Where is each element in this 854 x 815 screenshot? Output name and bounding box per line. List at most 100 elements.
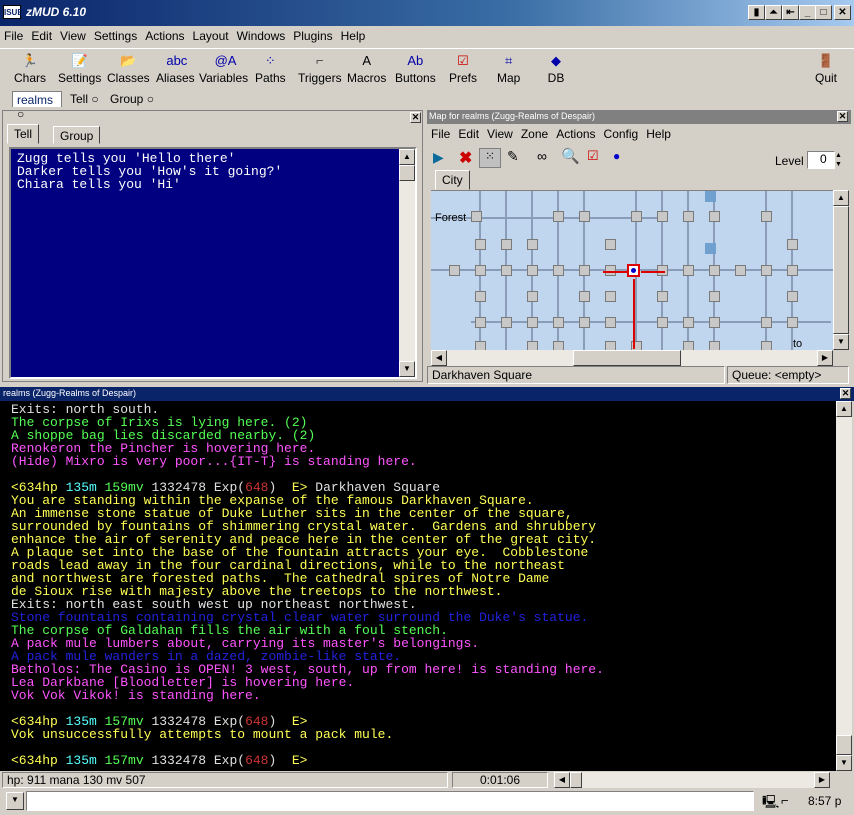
mud-text: (Hide) Mixro is very poor...{IT-T} is st…	[11, 454, 417, 469]
scroll-thumb[interactable]	[399, 165, 415, 181]
menu-file[interactable]: File	[0, 26, 27, 43]
scroll-right-icon[interactable]: ▶	[817, 350, 833, 366]
menu-layout[interactable]: Layout	[189, 26, 233, 43]
map-room	[553, 341, 564, 350]
tell-window: ✕ Tell Group Zugg tells you 'Hello there…	[2, 110, 423, 382]
scroll-down-icon[interactable]: ▼	[836, 755, 852, 771]
tab-tell[interactable]: Tell	[7, 124, 40, 144]
scroll-up-icon[interactable]: ▲	[833, 190, 849, 206]
map-room	[475, 239, 486, 250]
map-menu-help[interactable]: Help	[642, 127, 675, 141]
menu-help[interactable]: Help	[337, 26, 370, 43]
map-menu-actions[interactable]: Actions	[552, 127, 599, 141]
map-label-forest: Forest	[435, 212, 467, 224]
tell-close-icon[interactable]: ✕	[410, 112, 421, 123]
menu-view[interactable]: View	[56, 26, 90, 43]
scroll-down-icon[interactable]: ▼	[399, 361, 415, 377]
toolbar-button-chars[interactable]: 🏃 Chars	[14, 53, 46, 91]
scroll-left-icon[interactable]: ◀	[431, 350, 447, 366]
scroll-right-icon[interactable]: ▶	[814, 772, 830, 788]
map-close-icon[interactable]: ✕	[837, 111, 848, 122]
mud-window-title-text: realms (Zugg-Realms of Despair)	[3, 388, 137, 398]
map-canvas[interactable]: Forest to Gnom	[431, 190, 833, 350]
title-bar[interactable]: ISUB zMUD 6.10 ▮ ⏶ ⇤ _ □ ✕	[0, 0, 854, 26]
map-room	[501, 239, 512, 250]
map-menu-zone[interactable]: Zone	[517, 127, 552, 141]
map-hscrollbar[interactable]: ◀ ▶	[431, 350, 833, 366]
toolbar-button-classes[interactable]: 📂 Classes	[107, 53, 150, 91]
mud-text: Vok unsuccessfully attempts to mount a p…	[11, 727, 394, 742]
toolbar-button-triggers[interactable]: ⌐ Triggers	[298, 53, 342, 91]
app-icon[interactable]: ISUB	[3, 5, 23, 19]
toolbar-label: Variables	[199, 71, 249, 85]
database-icon: ◆	[551, 53, 561, 68]
tell-scrollbar[interactable]: ▲ ▼	[399, 149, 415, 377]
toolbar-button-variables[interactable]: @A Variables	[199, 53, 248, 91]
map-room	[475, 291, 486, 302]
map-room	[761, 265, 772, 276]
mud-close-icon[interactable]: ✕	[840, 388, 851, 399]
checklist-icon[interactable]: ☑	[587, 148, 599, 164]
level-spinner[interactable]: ▲ ▼	[835, 151, 845, 169]
grid-icon[interactable]: ⁙	[479, 148, 501, 168]
scroll-left-icon[interactable]: ◀	[554, 772, 570, 788]
scroll-up-icon[interactable]: ▲	[836, 401, 852, 417]
toolbar-button-paths[interactable]: ⁘ Paths	[255, 53, 286, 91]
session-tab-tell[interactable]: Tell ○	[66, 91, 106, 107]
command-input[interactable]	[26, 791, 754, 811]
mud-scrollbar[interactable]: ▲ ▼	[836, 401, 852, 771]
map-menu-file[interactable]: File	[427, 127, 454, 141]
wand-icon[interactable]: ✎	[507, 148, 519, 165]
map-room	[787, 291, 798, 302]
close-button[interactable]: ✕	[834, 5, 851, 20]
minimize-button[interactable]: _	[799, 5, 816, 20]
map-menu-view[interactable]: View	[483, 127, 517, 141]
restore-session-button[interactable]: ⇤	[782, 5, 799, 20]
toolbar-button-map[interactable]: ⌗ Map	[497, 53, 520, 91]
toolbar-button-macros[interactable]: A Macros	[347, 53, 386, 91]
map-menu-config[interactable]: Config	[600, 127, 643, 141]
toolbar-button-prefs[interactable]: ☑ Prefs	[449, 53, 477, 91]
menu-edit[interactable]: Edit	[27, 26, 56, 43]
map-room	[761, 211, 772, 222]
toolbar-label: Macros	[347, 71, 387, 85]
history-dropdown-icon[interactable]: ▼	[6, 792, 24, 810]
level-input[interactable]: 0	[807, 151, 835, 169]
menu-plugins[interactable]: Plugins	[289, 26, 336, 43]
toolbar-button-aliases[interactable]: abc Aliases	[156, 53, 195, 91]
input-row: ▼ 🖳 ⌐ 8:57 p	[0, 789, 854, 813]
menu-bar: File Edit View Settings Actions Layout Windows…	[0, 26, 854, 46]
dot-icon[interactable]: ●	[613, 149, 620, 163]
menu-actions[interactable]: Actions	[141, 26, 188, 43]
scroll-thumb[interactable]	[836, 735, 852, 755]
mud-text: 648	[245, 753, 269, 768]
toolbar-button-quit[interactable]: 🚪 Quit	[815, 53, 837, 91]
tab-group[interactable]: Group	[53, 126, 101, 144]
toolbar-label: Prefs	[449, 71, 478, 85]
map-room	[553, 211, 564, 222]
toolbar-button-settings[interactable]: 📝 Settings	[58, 53, 101, 91]
tab-city[interactable]: City	[435, 170, 470, 190]
play-icon[interactable]: ▶	[433, 149, 444, 166]
move-up-button[interactable]: ⏶	[765, 5, 782, 20]
menu-settings[interactable]: Settings	[90, 26, 141, 43]
session-tab-group[interactable]: Group ○	[106, 91, 158, 107]
toolbar-button-db[interactable]: ◆ DB	[547, 53, 565, 91]
status-hscrollbar[interactable]: ◀ ▶	[554, 772, 830, 788]
minimize-all-button[interactable]: ▮	[748, 5, 765, 20]
magnifier-icon[interactable]: 🔍	[561, 147, 580, 165]
scroll-thumb[interactable]	[573, 350, 681, 366]
binoculars-icon[interactable]: ∞	[537, 148, 547, 164]
session-tab-realms[interactable]: realms ○	[12, 91, 62, 121]
scroll-up-icon[interactable]: ▲	[399, 149, 415, 165]
maximize-button[interactable]: □	[815, 5, 832, 20]
delete-icon[interactable]: ✖	[459, 148, 472, 168]
map-menu-edit[interactable]: Edit	[454, 127, 483, 141]
scroll-thumb[interactable]	[833, 206, 849, 334]
toolbar-button-buttons[interactable]: Ab Buttons	[395, 53, 436, 91]
map-path	[641, 271, 665, 273]
scroll-thumb[interactable]	[570, 772, 582, 788]
map-vscrollbar[interactable]: ▲ ▼	[833, 190, 849, 350]
menu-windows[interactable]: Windows	[233, 26, 290, 43]
scroll-down-icon[interactable]: ▼	[833, 334, 849, 350]
